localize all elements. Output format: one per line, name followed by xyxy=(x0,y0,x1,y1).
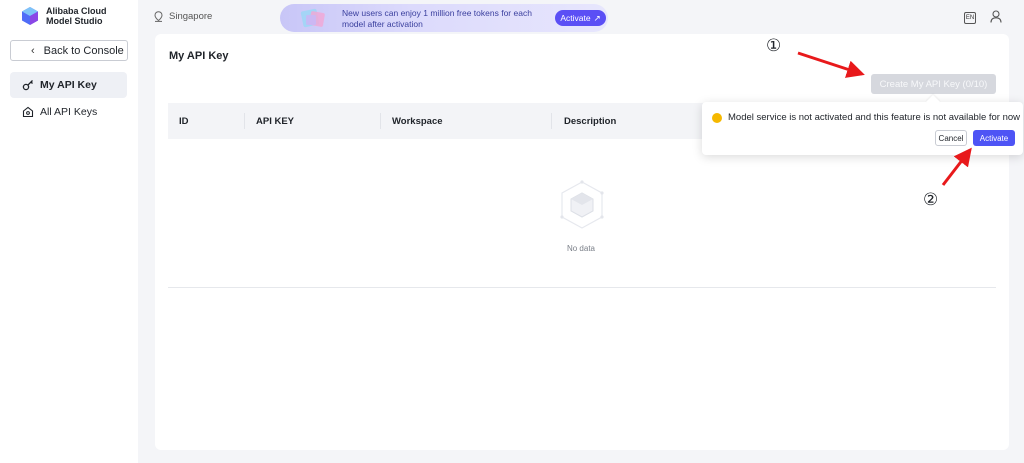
arrow-to-activate-button xyxy=(941,147,972,186)
annotation-arrows xyxy=(797,51,972,186)
arrow-to-create-button xyxy=(797,51,865,78)
